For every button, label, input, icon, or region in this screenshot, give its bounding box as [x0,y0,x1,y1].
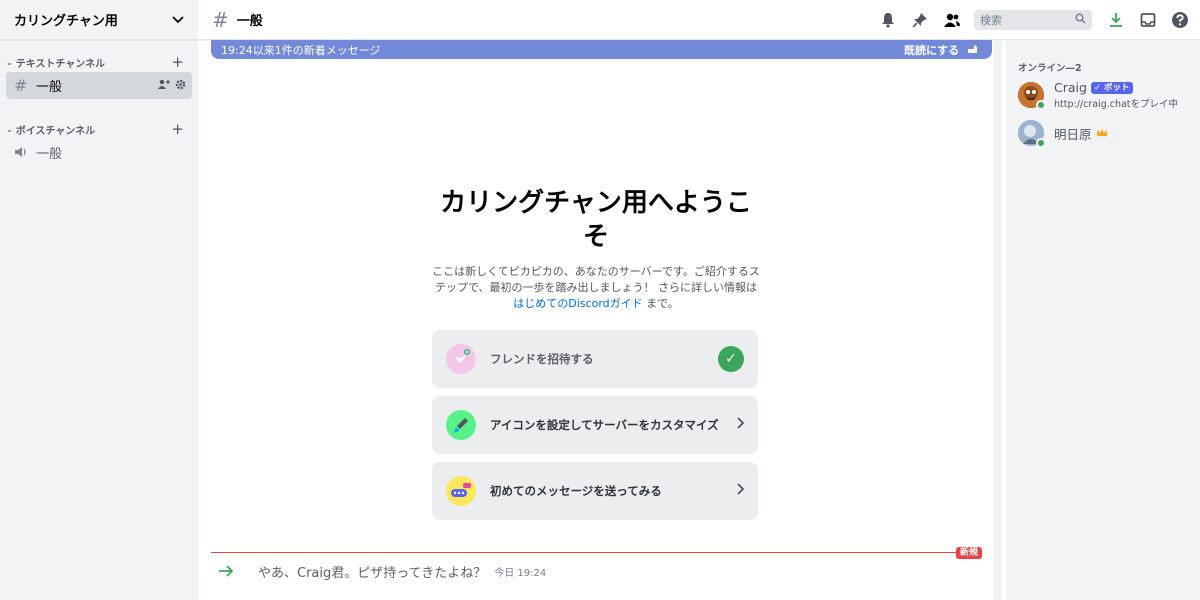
inbox-icon[interactable] [1138,10,1158,30]
paintbrush-icon [446,410,476,440]
caret-down-icon: ⌄ [6,124,13,134]
invite-friends-card[interactable]: フレンドを招待する ✓ [432,330,758,388]
category-label: ボイスチャンネル [15,125,96,137]
invite-member-icon[interactable] [158,79,170,93]
bell-icon[interactable] [878,10,898,30]
caret-down-icon: ⌄ [6,57,13,67]
welcome-title: カリングチャン用へようこそ [440,188,752,252]
member-list-icon[interactable] [942,10,962,30]
category-text-channels[interactable]: ⌄ テキストチャンネル + [0,53,198,71]
chevron-right-icon [736,483,745,499]
new-messages-divider [211,552,976,553]
new-messages-text: 19:24以来1件の新着メッセージ [221,43,381,57]
chevron-down-icon[interactable] [172,13,184,27]
discord-guide-link[interactable]: はじめてのDiscordガイド [513,297,642,310]
member-activity: http://craig.chatをプレイ中 [1054,99,1179,110]
add-channel-icon[interactable]: + [171,120,184,138]
card-label: フレンドを招待する [490,352,594,366]
member-name: Craig [1054,80,1087,95]
speaker-icon [14,143,34,162]
add-channel-icon[interactable]: + [171,53,184,71]
card-label: アイコンを設定してサーバーをカスタマイズ [490,418,719,432]
new-label-badge: 新規 [956,547,983,559]
channel-sidebar: カリングチャン用 ⌄ テキストチャンネル + # 一般 ⌄ ボイスチャンネル + 一… [0,0,198,600]
member-list: オンライン—2 Craig ✓ ボット http://craig.chatをプレ… [1006,40,1200,600]
help-icon[interactable] [1170,10,1190,30]
bot-badge: ✓ ボット [1090,81,1133,94]
system-message[interactable]: やあ、Craig君。ピザ持ってきたよね？ 今日 19:24 [218,562,546,581]
crown-icon [1096,127,1108,140]
member-item-owner[interactable]: 明日原 [1006,120,1200,148]
server-name: カリングチャン用 [14,14,118,29]
welcome-description: ここは新しくてピカピカの、あなたのサーバーです。ご紹介するステップで、最初の一歩… [432,265,760,310]
channel-item-general-text[interactable]: # 一般 [6,72,192,99]
first-message-card[interactable]: 初めてのメッセージを送ってみる [432,462,758,520]
welcome-section: カリングチャン用へようこそ ここは新しくてピカピカの、あなたのサーバーです。ご紹… [198,186,994,312]
mark-read-icon [967,44,978,57]
message-bubble-icon [446,476,476,506]
invite-icon [446,344,476,374]
search-input[interactable]: 検索 [974,9,1092,30]
onboarding-checklist: フレンドを招待する ✓ アイコンを設定してサーバーをカスタマイズ 初めてのメッセ… [432,330,758,528]
message-timestamp: 今日 19:24 [494,568,547,579]
system-message-text: やあ、Craig君。ピザ持ってきたよね？ [258,566,487,581]
pin-icon[interactable] [910,10,930,30]
join-arrow-icon [218,562,258,581]
customize-server-card[interactable]: アイコンを設定してサーバーをカスタマイズ [432,396,758,454]
category-voice-channels[interactable]: ⌄ ボイスチャンネル + [0,120,198,138]
checkmark-icon: ✓ [718,346,744,372]
hash-icon: # [212,7,229,32]
online-status-icon [1036,100,1046,110]
server-header[interactable]: カリングチャン用 [0,0,198,40]
card-label: 初めてのメッセージを送ってみる [490,484,662,498]
download-icon[interactable] [1106,10,1126,30]
channel-item-general-voice[interactable]: 一般 [6,139,192,166]
member-item-craig[interactable]: Craig ✓ ボット http://craig.chatをプレイ中 [1006,80,1200,110]
channel-title: 一般 [236,14,263,29]
chat-scrollbar[interactable] [994,40,1002,600]
search-placeholder: 検索 [980,13,1002,27]
mark-as-read-button[interactable]: 既読にする [904,42,978,58]
avatar [1018,120,1046,148]
avatar [1018,82,1046,110]
chat-area: 19:24以来1件の新着メッセージ 既読にする カリングチャン用へようこそ ここ… [198,40,994,600]
channel-label: 一般 [36,80,63,95]
hash-icon: # [14,76,28,95]
member-group-heading: オンライン—2 [1018,63,1082,74]
channel-header: # 一般 検索 [198,0,1200,40]
new-messages-banner[interactable]: 19:24以来1件の新着メッセージ 既読にする [211,40,992,59]
search-icon [1075,13,1086,27]
category-label: テキストチャンネル [15,58,106,70]
channel-label: 一般 [36,147,63,162]
chevron-right-icon [736,417,745,433]
member-name: 明日原 [1054,126,1092,142]
online-status-icon [1036,138,1046,148]
gear-icon[interactable] [175,79,186,93]
